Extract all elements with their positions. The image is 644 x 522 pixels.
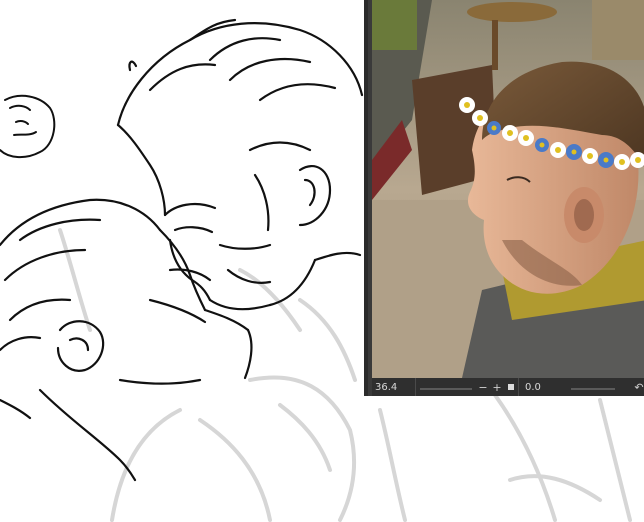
square-icon[interactable] xyxy=(504,378,518,396)
navigator-preview[interactable] xyxy=(372,0,644,378)
navigator-toolbar: 36.4 − + 0.0 ↶ xyxy=(372,378,644,396)
zoom-value[interactable]: 36.4 xyxy=(372,378,416,396)
rotation-slider[interactable] xyxy=(569,378,617,396)
navigator-panel: 36.4 − + 0.0 ↶ xyxy=(364,0,644,396)
rotation-value[interactable]: 0.0 xyxy=(518,378,567,396)
plus-icon[interactable]: + xyxy=(490,378,504,396)
minus-icon[interactable]: − xyxy=(476,378,490,396)
rotate-icon[interactable]: ↶ xyxy=(632,378,644,396)
zoom-slider[interactable] xyxy=(418,378,474,396)
reference-photo xyxy=(372,0,644,378)
